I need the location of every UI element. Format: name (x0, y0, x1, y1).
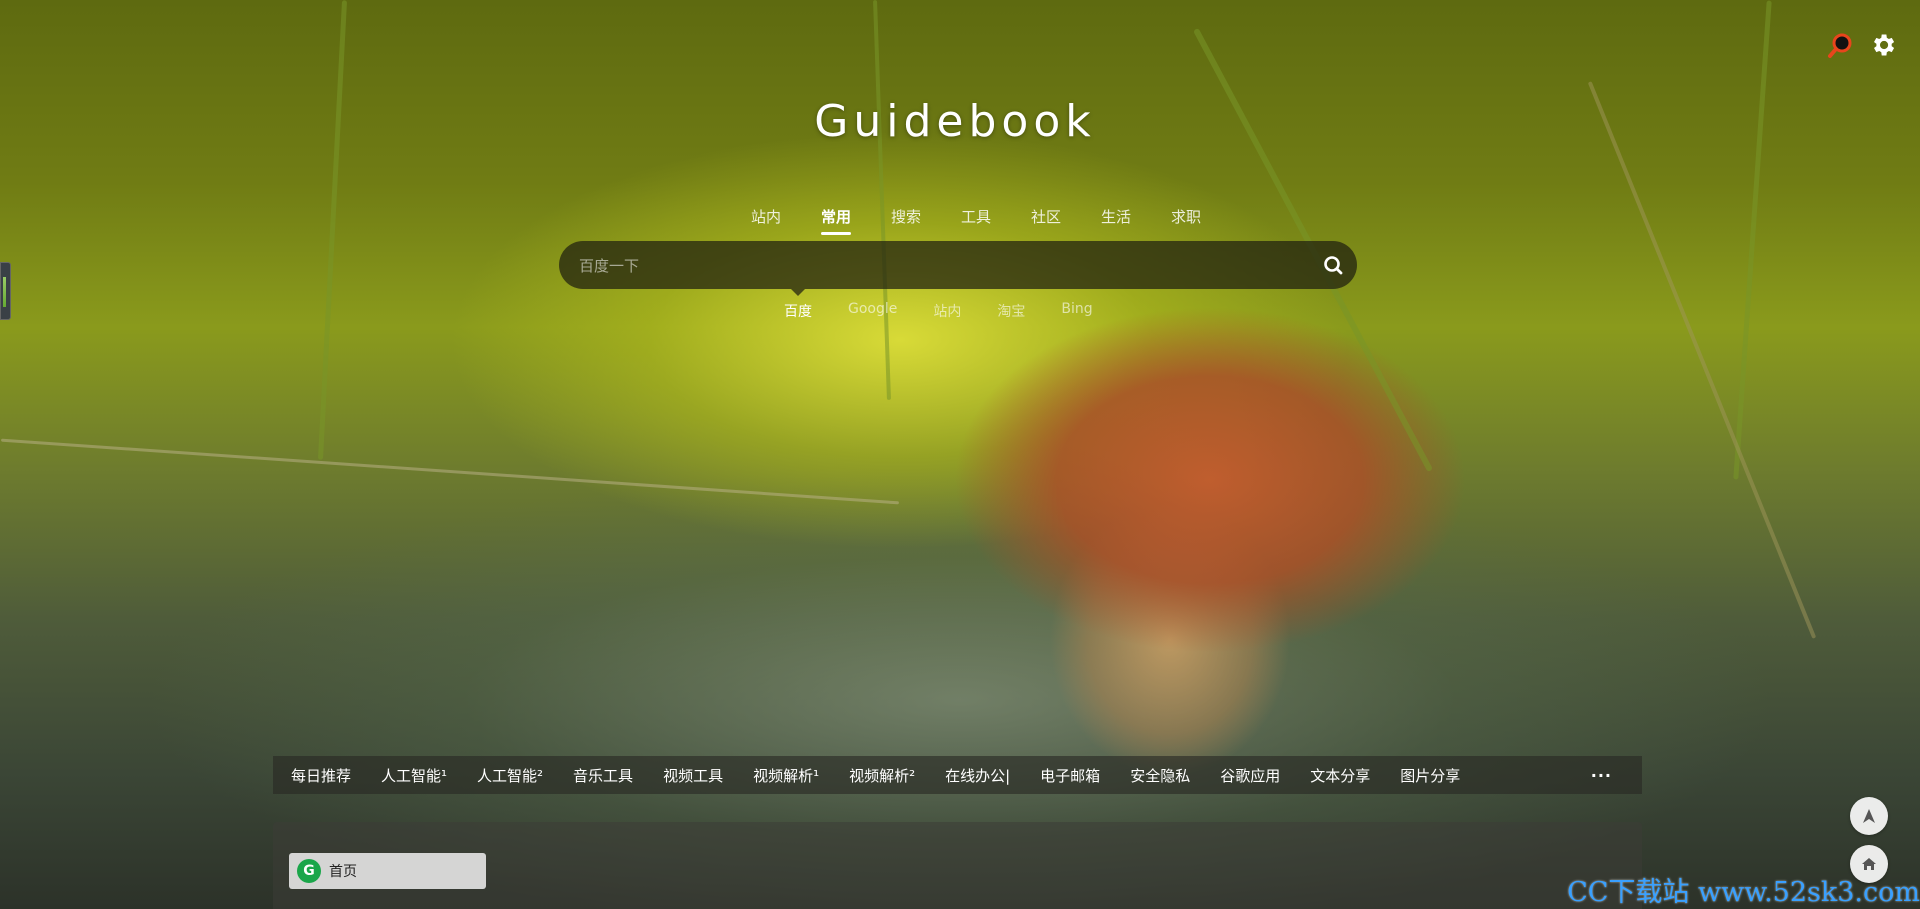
scroll-top-button[interactable] (1850, 797, 1888, 835)
category-nav-bar: 每日推荐 人工智能¹ 人工智能² 音乐工具 视频工具 视频解析¹ 视频解析² 在… (273, 756, 1642, 794)
more-menu-icon[interactable]: ··· (1591, 766, 1612, 785)
nav-item-music-tools[interactable]: 音乐工具 (573, 765, 633, 786)
watermark-text: CC下载站 www.52sk3.com (1567, 877, 1920, 908)
nav-item-image-share[interactable]: 图片分享 (1400, 765, 1460, 786)
nav-item-video-tools[interactable]: 视频工具 (663, 765, 723, 786)
navigation-arrow-icon (1863, 809, 1875, 823)
home-badge-icon: G (297, 859, 321, 883)
site-logo[interactable]: Guidebook (0, 96, 1910, 147)
search-box (559, 241, 1357, 291)
grass-blade (1733, 0, 1772, 480)
gear-icon[interactable] (1868, 30, 1898, 60)
engine-google[interactable]: Google (848, 301, 897, 321)
engine-zhannei[interactable]: 站内 (933, 301, 961, 321)
tab-zhannei[interactable]: 站内 (731, 206, 801, 235)
tab-gongju[interactable]: 工具 (941, 206, 1011, 235)
grass-blade (1587, 81, 1817, 639)
search-submit-icon[interactable] (1321, 253, 1345, 277)
tab-changyong[interactable]: 常用 (801, 206, 871, 235)
search-icon[interactable] (1826, 30, 1856, 60)
tab-qiuzhi[interactable]: 求职 (1151, 206, 1221, 235)
tab-shequ[interactable]: 社区 (1011, 206, 1081, 235)
nav-item-ai-2[interactable]: 人工智能² (477, 765, 543, 786)
search-engine-tabs: 百度 Google 站内 淘宝 Bing (784, 289, 1129, 321)
engine-baidu[interactable]: 百度 (784, 289, 812, 321)
nav-item-online-office[interactable]: 在线办公| (945, 765, 1010, 786)
nav-item-video-parse-2[interactable]: 视频解析² (849, 765, 915, 786)
category-tabs: 站内 常用 搜索 工具 社区 生活 求职 (731, 206, 1221, 235)
nav-item-google-apps[interactable]: 谷歌应用 (1220, 765, 1280, 786)
home-bookmark-label: 首页 (329, 864, 357, 880)
grass-blade (317, 0, 348, 460)
engine-taobao[interactable]: 淘宝 (997, 301, 1025, 321)
nav-item-ai-1[interactable]: 人工智能¹ (381, 765, 447, 786)
home-bookmark[interactable]: G 首页 (289, 853, 486, 889)
side-drawer-handle[interactable] (0, 262, 11, 320)
top-toolbar (1826, 30, 1898, 60)
grass-blade (873, 0, 891, 400)
nav-item-security-privacy[interactable]: 安全隐私 (1130, 765, 1190, 786)
grass-blade (0, 438, 900, 505)
nav-item-meiri-tuijian[interactable]: 每日推荐 (291, 765, 351, 786)
tab-sousuo[interactable]: 搜索 (871, 206, 941, 235)
search-input[interactable] (577, 241, 1281, 291)
drawer-indicator (3, 277, 6, 307)
nav-item-text-share[interactable]: 文本分享 (1310, 765, 1370, 786)
tab-shenghuo[interactable]: 生活 (1081, 206, 1151, 235)
nav-item-video-parse-1[interactable]: 视频解析¹ (753, 765, 819, 786)
engine-bing[interactable]: Bing (1061, 301, 1092, 321)
nav-item-email[interactable]: 电子邮箱 (1040, 765, 1100, 786)
